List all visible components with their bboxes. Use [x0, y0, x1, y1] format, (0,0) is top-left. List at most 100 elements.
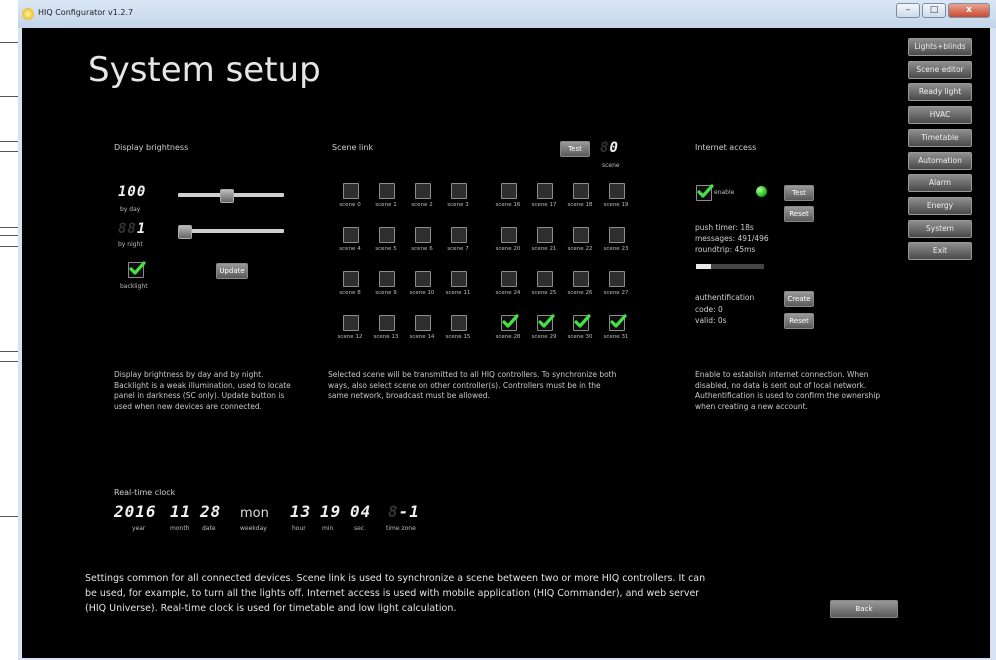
divider [0, 227, 18, 228]
scene-test-button[interactable]: Test [560, 141, 590, 157]
minute-label: min [322, 525, 334, 532]
scene-checkbox[interactable] [415, 227, 431, 243]
scene-checkbox[interactable] [609, 314, 627, 331]
scene-checkbox[interactable] [451, 271, 467, 287]
minimize-button[interactable]: – [896, 3, 920, 18]
weekday-display[interactable]: mon [240, 506, 269, 521]
scene-caption: scene [602, 162, 620, 169]
month-display[interactable]: 11 [170, 502, 191, 521]
back-button[interactable]: Back [830, 600, 898, 618]
scene-checkbox[interactable] [379, 271, 395, 287]
enable-checkbox[interactable] [696, 184, 714, 201]
scene-checkbox[interactable] [343, 227, 359, 243]
divider [0, 42, 18, 43]
backlight-checkbox[interactable] [128, 261, 146, 278]
internet-reset-button[interactable]: Reset [784, 206, 814, 222]
roundtrip-bar-fill [696, 264, 711, 269]
close-button[interactable]: x [948, 3, 990, 18]
second-label: sec [354, 525, 365, 532]
scene-checkbox[interactable] [451, 183, 467, 199]
app-window: HIQ Configurator v1.2.7 – □ x System set… [18, 0, 996, 660]
scene-label: scene 27 [603, 290, 629, 296]
enable-label: enable [714, 189, 735, 196]
scene-checkbox[interactable] [537, 183, 553, 199]
night-slider-handle[interactable] [178, 225, 192, 239]
nav-button-ready-light[interactable]: Ready light [908, 83, 972, 102]
scene-checkbox[interactable] [609, 227, 625, 243]
scene-checkbox[interactable] [573, 271, 589, 287]
scene-checkbox[interactable] [379, 227, 395, 243]
scene-checkbox[interactable] [609, 271, 625, 287]
scene-checkbox[interactable] [501, 314, 519, 331]
day-brightness-value: 100 [118, 184, 147, 200]
scene-checkbox[interactable] [415, 271, 431, 287]
hour-display[interactable]: 13 [290, 502, 311, 521]
auth-valid: valid: 0s [695, 316, 727, 325]
scene-label: scene 31 [603, 334, 629, 340]
nav-button-alarm[interactable]: Alarm [908, 174, 972, 193]
internet-test-button[interactable]: Test [784, 185, 814, 201]
nav-button-scene-editor[interactable]: Scene editor [908, 60, 972, 79]
scene-checkbox[interactable] [537, 271, 553, 287]
nav-button-timetable[interactable]: Timetable [908, 128, 972, 147]
scene-checkbox[interactable] [609, 183, 625, 199]
clock-title: Real-time clock [114, 488, 176, 497]
scene-checkbox[interactable] [573, 183, 589, 199]
day-label: by day [120, 206, 141, 213]
scene-label: scene 11 [445, 290, 471, 296]
year-display[interactable]: 2016 [114, 502, 157, 521]
title-bar: HIQ Configurator v1.2.7 – □ x [18, 0, 996, 28]
month-value: 11 [170, 502, 192, 521]
month-label: month [170, 525, 190, 532]
scene-checkbox[interactable] [343, 183, 359, 199]
create-button[interactable]: Create [784, 291, 814, 307]
nav-button-automation[interactable]: Automation [908, 151, 972, 170]
scene-checkbox[interactable] [415, 183, 431, 199]
timezone-display[interactable]: 8-1 [388, 502, 420, 521]
scene-checkbox[interactable] [379, 315, 395, 331]
scene-checkbox[interactable] [573, 227, 589, 243]
night-label: by night [118, 241, 143, 248]
scene-checkbox[interactable] [415, 315, 431, 331]
backlight-label: backlight [120, 283, 148, 290]
scene-checkbox[interactable] [501, 227, 517, 243]
scene-checkbox[interactable] [451, 315, 467, 331]
scene-checkbox[interactable] [537, 227, 553, 243]
nav-button-lights-blinds[interactable]: Lights+blinds [908, 38, 972, 56]
scene-checkbox[interactable] [573, 314, 591, 331]
scene-checkbox[interactable] [379, 183, 395, 199]
internet-description: Enable to establish internet connection.… [695, 370, 881, 411]
nav-button-system[interactable]: System [908, 219, 972, 238]
scene-checkbox[interactable] [451, 227, 467, 243]
year-label: year [132, 525, 146, 532]
brightness-description: Display brightness by day and by night. … [114, 370, 291, 411]
scene-number-value: 0 [609, 140, 619, 156]
scene-checkbox[interactable] [343, 315, 359, 331]
scene-checkbox[interactable] [537, 314, 555, 331]
divider [0, 96, 18, 97]
timezone-label: time zone [386, 525, 416, 532]
date-display[interactable]: 28 [200, 502, 221, 521]
scene-checkbox[interactable] [501, 183, 517, 199]
divider [0, 141, 18, 142]
day-brightness-display: 100 [118, 184, 146, 200]
divider [0, 235, 18, 236]
day-slider-handle[interactable] [220, 189, 235, 203]
minute-display[interactable]: 19 [320, 502, 341, 521]
scene-checkbox[interactable] [501, 271, 517, 287]
scene-label: scene 7 [447, 246, 469, 252]
connection-status-led [756, 186, 767, 197]
auth-reset-button[interactable]: Reset [784, 313, 814, 329]
update-button[interactable]: Update [216, 263, 248, 279]
nav-button-hvac[interactable]: HVAC [908, 106, 972, 125]
left-strip [0, 0, 18, 660]
nav-button-exit[interactable]: Exit [908, 242, 972, 261]
maximize-button[interactable]: □ [922, 3, 946, 18]
roundtrip-bar [696, 264, 764, 269]
push-timer: push timer: 18s [695, 223, 754, 232]
night-brightness-slider[interactable] [178, 229, 284, 233]
second-display[interactable]: 04 [350, 502, 371, 521]
scene-checkbox[interactable] [343, 271, 359, 287]
main-panel: System setup Lights+blinds Scene editor Re… [22, 28, 990, 658]
nav-button-energy[interactable]: Energy [908, 196, 972, 215]
